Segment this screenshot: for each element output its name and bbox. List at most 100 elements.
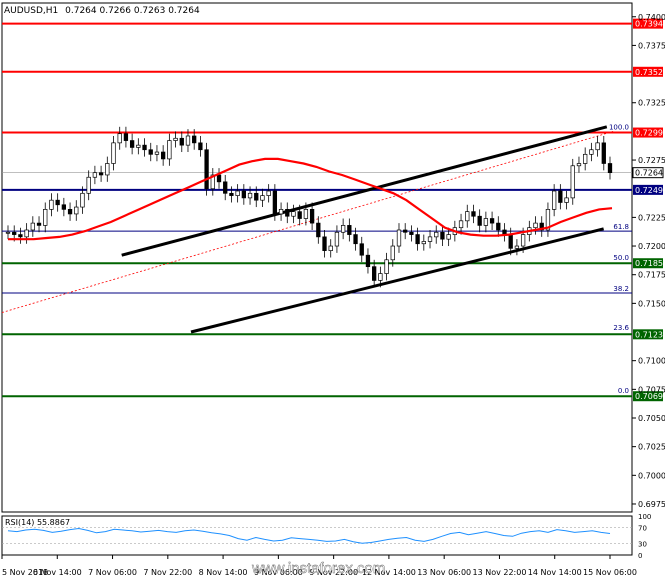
candle-body bbox=[173, 137, 178, 141]
candle-body bbox=[86, 176, 91, 194]
candle-body bbox=[49, 199, 54, 210]
rsi-axis-label: 70 bbox=[638, 525, 647, 533]
trend-channel bbox=[1, 125, 614, 334]
candle-body bbox=[179, 137, 184, 146]
candle-body bbox=[440, 231, 445, 240]
candle-body bbox=[5, 231, 11, 234]
price-axis-label: 0.7200 bbox=[638, 242, 665, 251]
candle-body bbox=[508, 234, 513, 249]
candle-body bbox=[123, 133, 129, 141]
main-plot-border bbox=[1, 2, 633, 513]
candle-body bbox=[136, 144, 141, 148]
price-axis-label: 0.7225 bbox=[638, 213, 665, 222]
candle-body bbox=[24, 229, 29, 238]
candle-body bbox=[384, 259, 389, 274]
level-price-label: 0.7185 bbox=[635, 259, 663, 268]
price-axis-label: 0.7150 bbox=[638, 299, 665, 308]
candle-body bbox=[347, 225, 352, 235]
candle-body bbox=[241, 190, 246, 199]
candle-body bbox=[403, 229, 408, 233]
candle-body bbox=[43, 209, 48, 226]
level-price-label: 0.7249 bbox=[635, 186, 663, 195]
candle-body bbox=[471, 211, 476, 217]
candle-body bbox=[142, 144, 147, 151]
candle-body bbox=[514, 245, 520, 249]
candle-body bbox=[185, 135, 191, 146]
candle-body bbox=[409, 231, 414, 235]
candle-body bbox=[601, 142, 606, 164]
candle-body bbox=[266, 190, 271, 196]
fib-level-label: 100.0 bbox=[609, 123, 629, 131]
candle-body bbox=[260, 195, 265, 201]
candle-body bbox=[285, 209, 290, 217]
price-axis-label: 0.7275 bbox=[638, 156, 665, 165]
price-axis-label: 0.7075 bbox=[638, 385, 665, 394]
candle-body bbox=[61, 204, 67, 210]
candle-body bbox=[67, 209, 73, 215]
candle-body bbox=[316, 222, 321, 238]
rsi-axis-label: 0 bbox=[638, 552, 642, 560]
candle-body bbox=[340, 225, 346, 233]
svg-text:AUDUSD,H1 0.7264 0.7266 0.: AUDUSD,H1 0.7264 0.7266 0.7263 0.7264 bbox=[4, 6, 200, 16]
candle-body bbox=[533, 222, 538, 229]
horizontal-levels: 0.73940.73520.72990.72490.71850.71230.70… bbox=[2, 18, 664, 402]
candle-body bbox=[427, 236, 433, 242]
candle-body bbox=[303, 209, 309, 219]
candle-body bbox=[111, 142, 116, 164]
candle-body bbox=[372, 266, 377, 281]
time-axis-label: 13 Nov 06:00 bbox=[417, 568, 471, 577]
candle-body bbox=[309, 209, 315, 224]
price-axis-label: 0.7050 bbox=[638, 414, 665, 423]
candle-body bbox=[129, 140, 135, 148]
candle-body bbox=[161, 151, 166, 160]
candle-body bbox=[148, 149, 153, 155]
rsi-panel: 100 70 30 0 RSI(14) 55.8867 bbox=[1, 513, 651, 560]
candle-body bbox=[421, 241, 426, 245]
candle-body bbox=[204, 149, 209, 190]
candle-body bbox=[378, 273, 383, 281]
candle-body bbox=[291, 211, 296, 217]
fib-level-label: 50.0 bbox=[613, 254, 629, 262]
candle-body bbox=[583, 153, 588, 164]
candle-body bbox=[365, 254, 371, 268]
candle-body bbox=[167, 140, 172, 160]
watermark: www.instaforex.com bbox=[251, 560, 385, 577]
candle-body bbox=[98, 172, 104, 176]
candle-body bbox=[322, 236, 327, 251]
candle-body bbox=[278, 209, 284, 215]
symbol-label: AUDUSD,H1 bbox=[4, 6, 58, 16]
candle-body bbox=[359, 243, 364, 256]
candle-body bbox=[576, 163, 582, 167]
candle-body bbox=[334, 231, 340, 247]
time-axis-label: 6 Nov 14:00 bbox=[33, 568, 82, 577]
fib-level-label: 23.6 bbox=[613, 324, 629, 332]
candle-body bbox=[607, 163, 613, 174]
candle-body bbox=[489, 218, 495, 224]
candle-body bbox=[229, 192, 234, 196]
candle-body bbox=[192, 135, 197, 144]
fib-level-label: 0.0 bbox=[618, 387, 629, 395]
price-chart: 0.73940.73520.72990.72490.71850.71230.70… bbox=[1, 2, 665, 577]
candle-body bbox=[272, 190, 278, 215]
candle-body bbox=[458, 220, 464, 229]
ohlc-label: 0.7264 0.7266 0.7263 0.7264 bbox=[65, 6, 200, 16]
candle-body bbox=[396, 229, 402, 247]
time-axis-label: 13 Nov 22:00 bbox=[472, 568, 526, 577]
candle-body bbox=[247, 192, 253, 199]
candle-body bbox=[520, 234, 526, 247]
price-axis-label: 0.7025 bbox=[638, 443, 665, 452]
candle-body bbox=[235, 190, 240, 196]
fib-level-label: 38.2 bbox=[613, 285, 629, 293]
candle-body bbox=[558, 190, 563, 203]
candle-body bbox=[477, 215, 482, 226]
candle-body bbox=[297, 211, 302, 219]
candle-body bbox=[353, 234, 358, 245]
candle-body bbox=[446, 234, 451, 240]
main-chart-frame bbox=[1, 2, 633, 513]
level-price-label: 0.7352 bbox=[635, 68, 663, 77]
fib-base-line bbox=[1, 131, 614, 313]
current-price-label: 0.7264 bbox=[635, 169, 663, 178]
candle-body bbox=[483, 218, 489, 226]
rsi-plot-border bbox=[1, 515, 633, 556]
price-axis-label: 0.7400 bbox=[638, 13, 665, 22]
